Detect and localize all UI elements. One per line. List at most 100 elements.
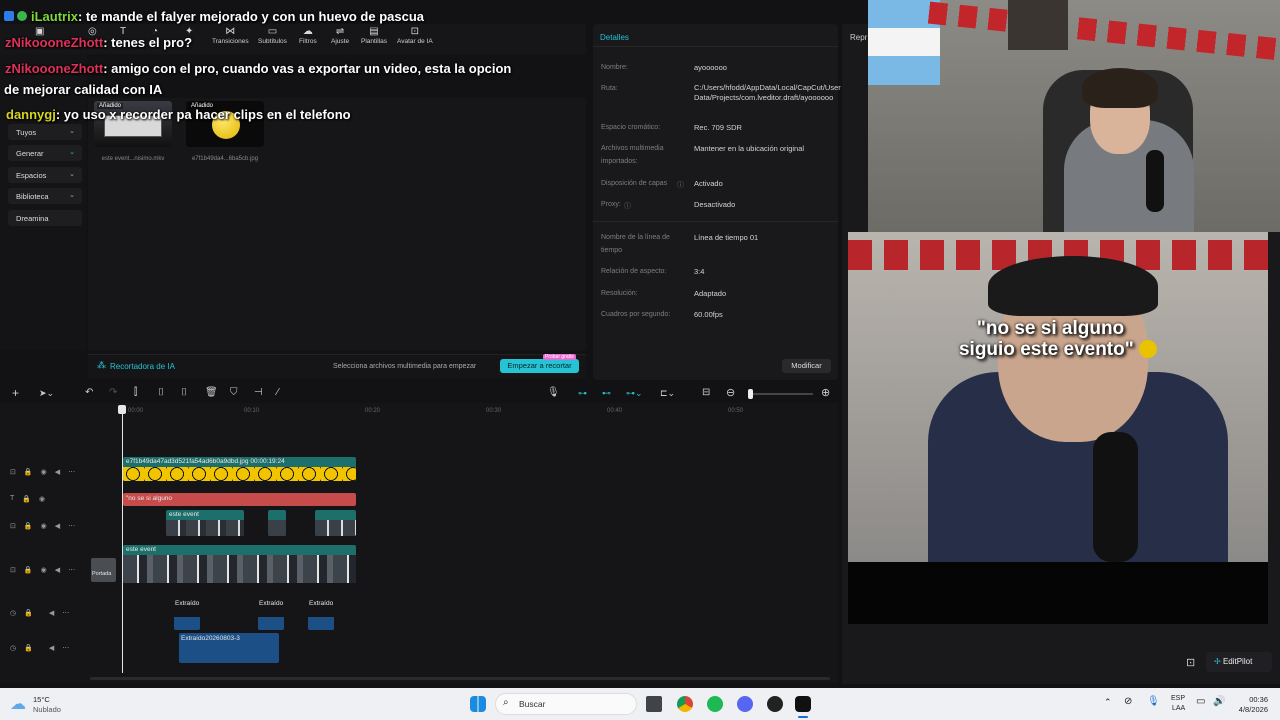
tab-filtros[interactable]: ☁ Filtros	[299, 26, 317, 50]
timeline-toolbar: + ➤⌄ ↶ ↷ ⫿ ⌷ ⌷ 🗑 ⛉ ⊣ ⁄ 🎙 ⊶ ⊷ ⊶⌄ ⊏⌄ ⊟ ⊖ ⊕	[0, 385, 838, 403]
search-box[interactable]: ⌕ Buscar	[495, 693, 637, 715]
lock-icon[interactable]: 🔒	[24, 609, 33, 617]
video-clip[interactable]	[268, 510, 286, 536]
nav-espacios[interactable]: Espacios ⌄	[8, 166, 82, 183]
zoom-slider-handle[interactable]	[748, 389, 753, 399]
shield-icon[interactable]: ⛉	[230, 387, 238, 398]
chat-text: : tenes el pro?	[103, 35, 193, 50]
spotify-icon[interactable]	[707, 696, 723, 712]
preview-axis-icon[interactable]: ⊶⌄	[626, 388, 643, 399]
more-icon[interactable]: ⋯	[62, 644, 69, 652]
detail-value: Adaptado	[694, 289, 727, 298]
magic-icon[interactable]: ⁄	[277, 387, 279, 398]
detail-label: Ruta:	[601, 85, 618, 92]
volume-icon[interactable]: ◀	[55, 566, 60, 574]
feedback-icon[interactable]: ⊡	[1186, 656, 1195, 669]
more-icon[interactable]: ⋯	[68, 522, 75, 530]
eye-icon[interactable]: ◉	[39, 495, 45, 503]
volume-icon[interactable]: ◀	[55, 522, 60, 530]
lock-icon[interactable]: 🔒	[24, 522, 33, 530]
file-explorer-icon[interactable]	[646, 696, 662, 712]
lang-variant[interactable]: LAA	[1172, 705, 1185, 712]
lock-icon[interactable]: 🔒	[24, 644, 33, 652]
playhead[interactable]	[122, 411, 123, 673]
timeline: 00:00 00:10 00:20 00:30 00:40 00:50 ⊡ 🔒 ◉ ◀…	[0, 403, 838, 683]
split-icon[interactable]: ⫿	[134, 387, 137, 398]
tab-avatar-ia[interactable]: ⊡ Avatar de IA	[397, 26, 433, 50]
lock-icon[interactable]: 🔒	[24, 566, 33, 574]
eye-icon[interactable]: ◉	[41, 566, 47, 574]
eye-icon[interactable]: ◉	[41, 522, 47, 530]
chrome-icon[interactable]	[677, 696, 693, 712]
chevron-up-icon[interactable]: ⌃	[1104, 697, 1112, 708]
zoom-in-icon[interactable]: ⊕	[821, 386, 830, 399]
nav-biblioteca[interactable]: Biblioteca ⌄	[8, 188, 82, 205]
lang-code[interactable]: ESP	[1171, 695, 1185, 702]
chat-text: : te mande el falyer mejorado y con un h…	[77, 9, 425, 24]
delete-icon[interactable]: 🗑	[205, 387, 218, 398]
select-tool-icon[interactable]: ➤⌄	[39, 388, 54, 399]
more-icon[interactable]: ⋯	[68, 566, 75, 574]
divider	[593, 221, 838, 222]
audio-clip[interactable]: Extraído	[308, 598, 334, 630]
volume-icon[interactable]: ◀	[49, 609, 54, 617]
image-clip[interactable]: e7f1b49da47ad3d521fa54ad6b0a9dbd.jpg 00:…	[123, 457, 356, 481]
start-cutting-button[interactable]: Empezar a recortar	[500, 359, 579, 373]
capcut-icon[interactable]	[795, 696, 811, 712]
mic-tray-icon[interactable]: 🎙	[1147, 696, 1160, 707]
divider	[593, 46, 838, 47]
video-clip[interactable]: este event	[166, 510, 244, 536]
lock-icon[interactable]: 🔒	[22, 495, 31, 503]
undo-icon[interactable]: ↶	[85, 387, 93, 398]
display-icon[interactable]: ▭	[1196, 696, 1205, 707]
link-icon[interactable]: ⊷	[602, 388, 611, 399]
main-video-clip[interactable]: este event	[123, 545, 356, 583]
cover-thumb[interactable]: Portada	[91, 558, 116, 582]
obs-icon[interactable]	[767, 696, 783, 712]
nav-tuyos[interactable]: Tuyos ⌄	[8, 124, 82, 140]
more-icon[interactable]: ⋯	[62, 609, 69, 617]
redo-icon[interactable]: ↷	[109, 387, 117, 398]
audio-clip[interactable]: Extraído	[258, 598, 284, 630]
audio-clip-long[interactable]: Extraído20260803-3	[179, 633, 279, 663]
tab-subtitulos[interactable]: ▭ Subtítulos	[258, 26, 287, 50]
split-right-icon[interactable]: ⌷	[181, 387, 187, 398]
speaker-icon[interactable]: 🔊	[1213, 696, 1225, 707]
snap-icon[interactable]: ⊏⌄	[660, 388, 675, 399]
microphone-icon[interactable]: 🎙	[547, 387, 560, 398]
magnet-icon[interactable]: ⊶	[578, 388, 587, 399]
volume-icon[interactable]: ◀	[49, 644, 54, 652]
more-icon[interactable]: ⋯	[68, 468, 75, 476]
zoom-out-icon[interactable]: ⊖	[726, 386, 735, 399]
emoji-strip	[123, 467, 356, 481]
zoom-slider[interactable]	[748, 393, 813, 395]
trim-icon[interactable]: ⊣	[254, 387, 263, 398]
discord-icon[interactable]	[737, 696, 753, 712]
detail-value: 60.00fps	[694, 310, 723, 319]
split-left-icon[interactable]: ⌷	[158, 387, 164, 398]
tab-ajuste[interactable]: ⇌ Ajuste	[331, 26, 349, 50]
editpilot-button[interactable]: ✢ EditPilot	[1206, 652, 1272, 672]
network-icon[interactable]: ⊘	[1124, 696, 1132, 707]
fit-icon[interactable]: ⊟	[702, 387, 710, 398]
tab-transiciones[interactable]: ⋈ Transiciones	[212, 26, 249, 50]
modify-button[interactable]: Modificar	[782, 359, 831, 373]
playhead-handle[interactable]	[118, 405, 126, 414]
add-icon[interactable]: +	[12, 386, 19, 400]
time[interactable]: 00:36	[1232, 695, 1268, 704]
date[interactable]: 4/8/2026	[1228, 705, 1268, 714]
nav-dreamina[interactable]: Dreamina	[8, 209, 82, 226]
lock-icon[interactable]: 🔒	[24, 468, 33, 476]
nav-generar[interactable]: Generar ⌄	[8, 145, 82, 162]
ai-cut-icon: ⁂	[97, 360, 106, 370]
volume-icon[interactable]: ◀	[55, 468, 60, 476]
adjust-icon: ⇌	[335, 26, 345, 37]
tab-plantillas[interactable]: ▤ Plantillas	[361, 26, 387, 50]
audio-clip[interactable]: Extraído	[174, 598, 200, 630]
text-clip[interactable]: "no se si alguno	[123, 493, 356, 506]
text-track-icon: T	[10, 495, 15, 502]
eye-icon[interactable]: ◉	[41, 468, 47, 476]
windows-start-icon[interactable]	[470, 696, 486, 712]
timeline-scrollbar[interactable]	[90, 677, 830, 680]
video-clip[interactable]	[315, 510, 356, 536]
